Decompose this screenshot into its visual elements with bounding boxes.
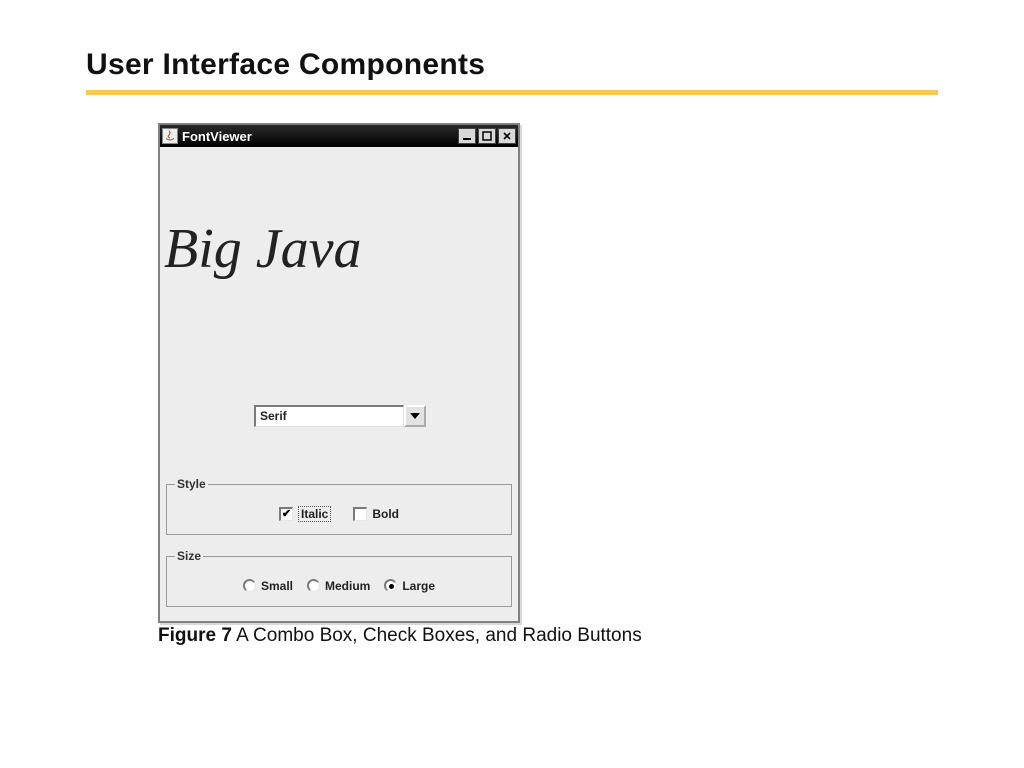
font-family-combo[interactable]: Serif [254,405,426,427]
figure-caption: Figure 7 A Combo Box, Check Boxes, and R… [158,625,938,647]
style-panel: Style ✔ Italic Bold [166,477,512,535]
bold-checkbox[interactable]: Bold [353,507,399,521]
italic-label: Italic [298,506,331,522]
close-button[interactable] [498,128,516,144]
slide-title: User Interface Components [86,48,938,88]
size-small-label: Small [261,579,293,593]
radio-icon [307,579,320,592]
size-medium-radio[interactable]: Medium [307,579,370,593]
window-titlebar: FontViewer [160,125,518,147]
size-large-label: Large [402,579,435,593]
window-title: FontViewer [182,129,252,144]
figure-caption-text: A Combo Box, Check Boxes, and Radio Butt… [232,625,642,646]
size-small-radio[interactable]: Small [243,579,293,593]
size-legend: Size [175,549,203,563]
app-window: FontViewer Big Java Serif [158,123,520,623]
maximize-button[interactable] [478,128,496,144]
chevron-down-icon [410,413,420,419]
size-large-radio[interactable]: Large [384,579,435,593]
radio-icon [384,579,397,592]
font-preview-text: Big Java [164,217,361,281]
minimize-button[interactable] [458,128,476,144]
checkbox-icon: ✔ [279,507,293,521]
style-legend: Style [175,477,208,491]
combo-dropdown-button[interactable] [404,405,426,427]
size-panel: Size Small Medium Large [166,549,512,607]
italic-checkbox[interactable]: ✔ Italic [279,506,331,522]
radio-icon [243,579,256,592]
java-cup-icon [162,128,178,144]
size-medium-label: Medium [325,579,370,593]
figure-number: Figure 7 [158,625,232,646]
checkbox-icon [353,507,367,521]
bold-label: Bold [372,507,399,521]
combo-selected-value[interactable]: Serif [254,405,404,427]
window-client-area: Big Java Serif Style ✔ Italic [160,147,518,621]
